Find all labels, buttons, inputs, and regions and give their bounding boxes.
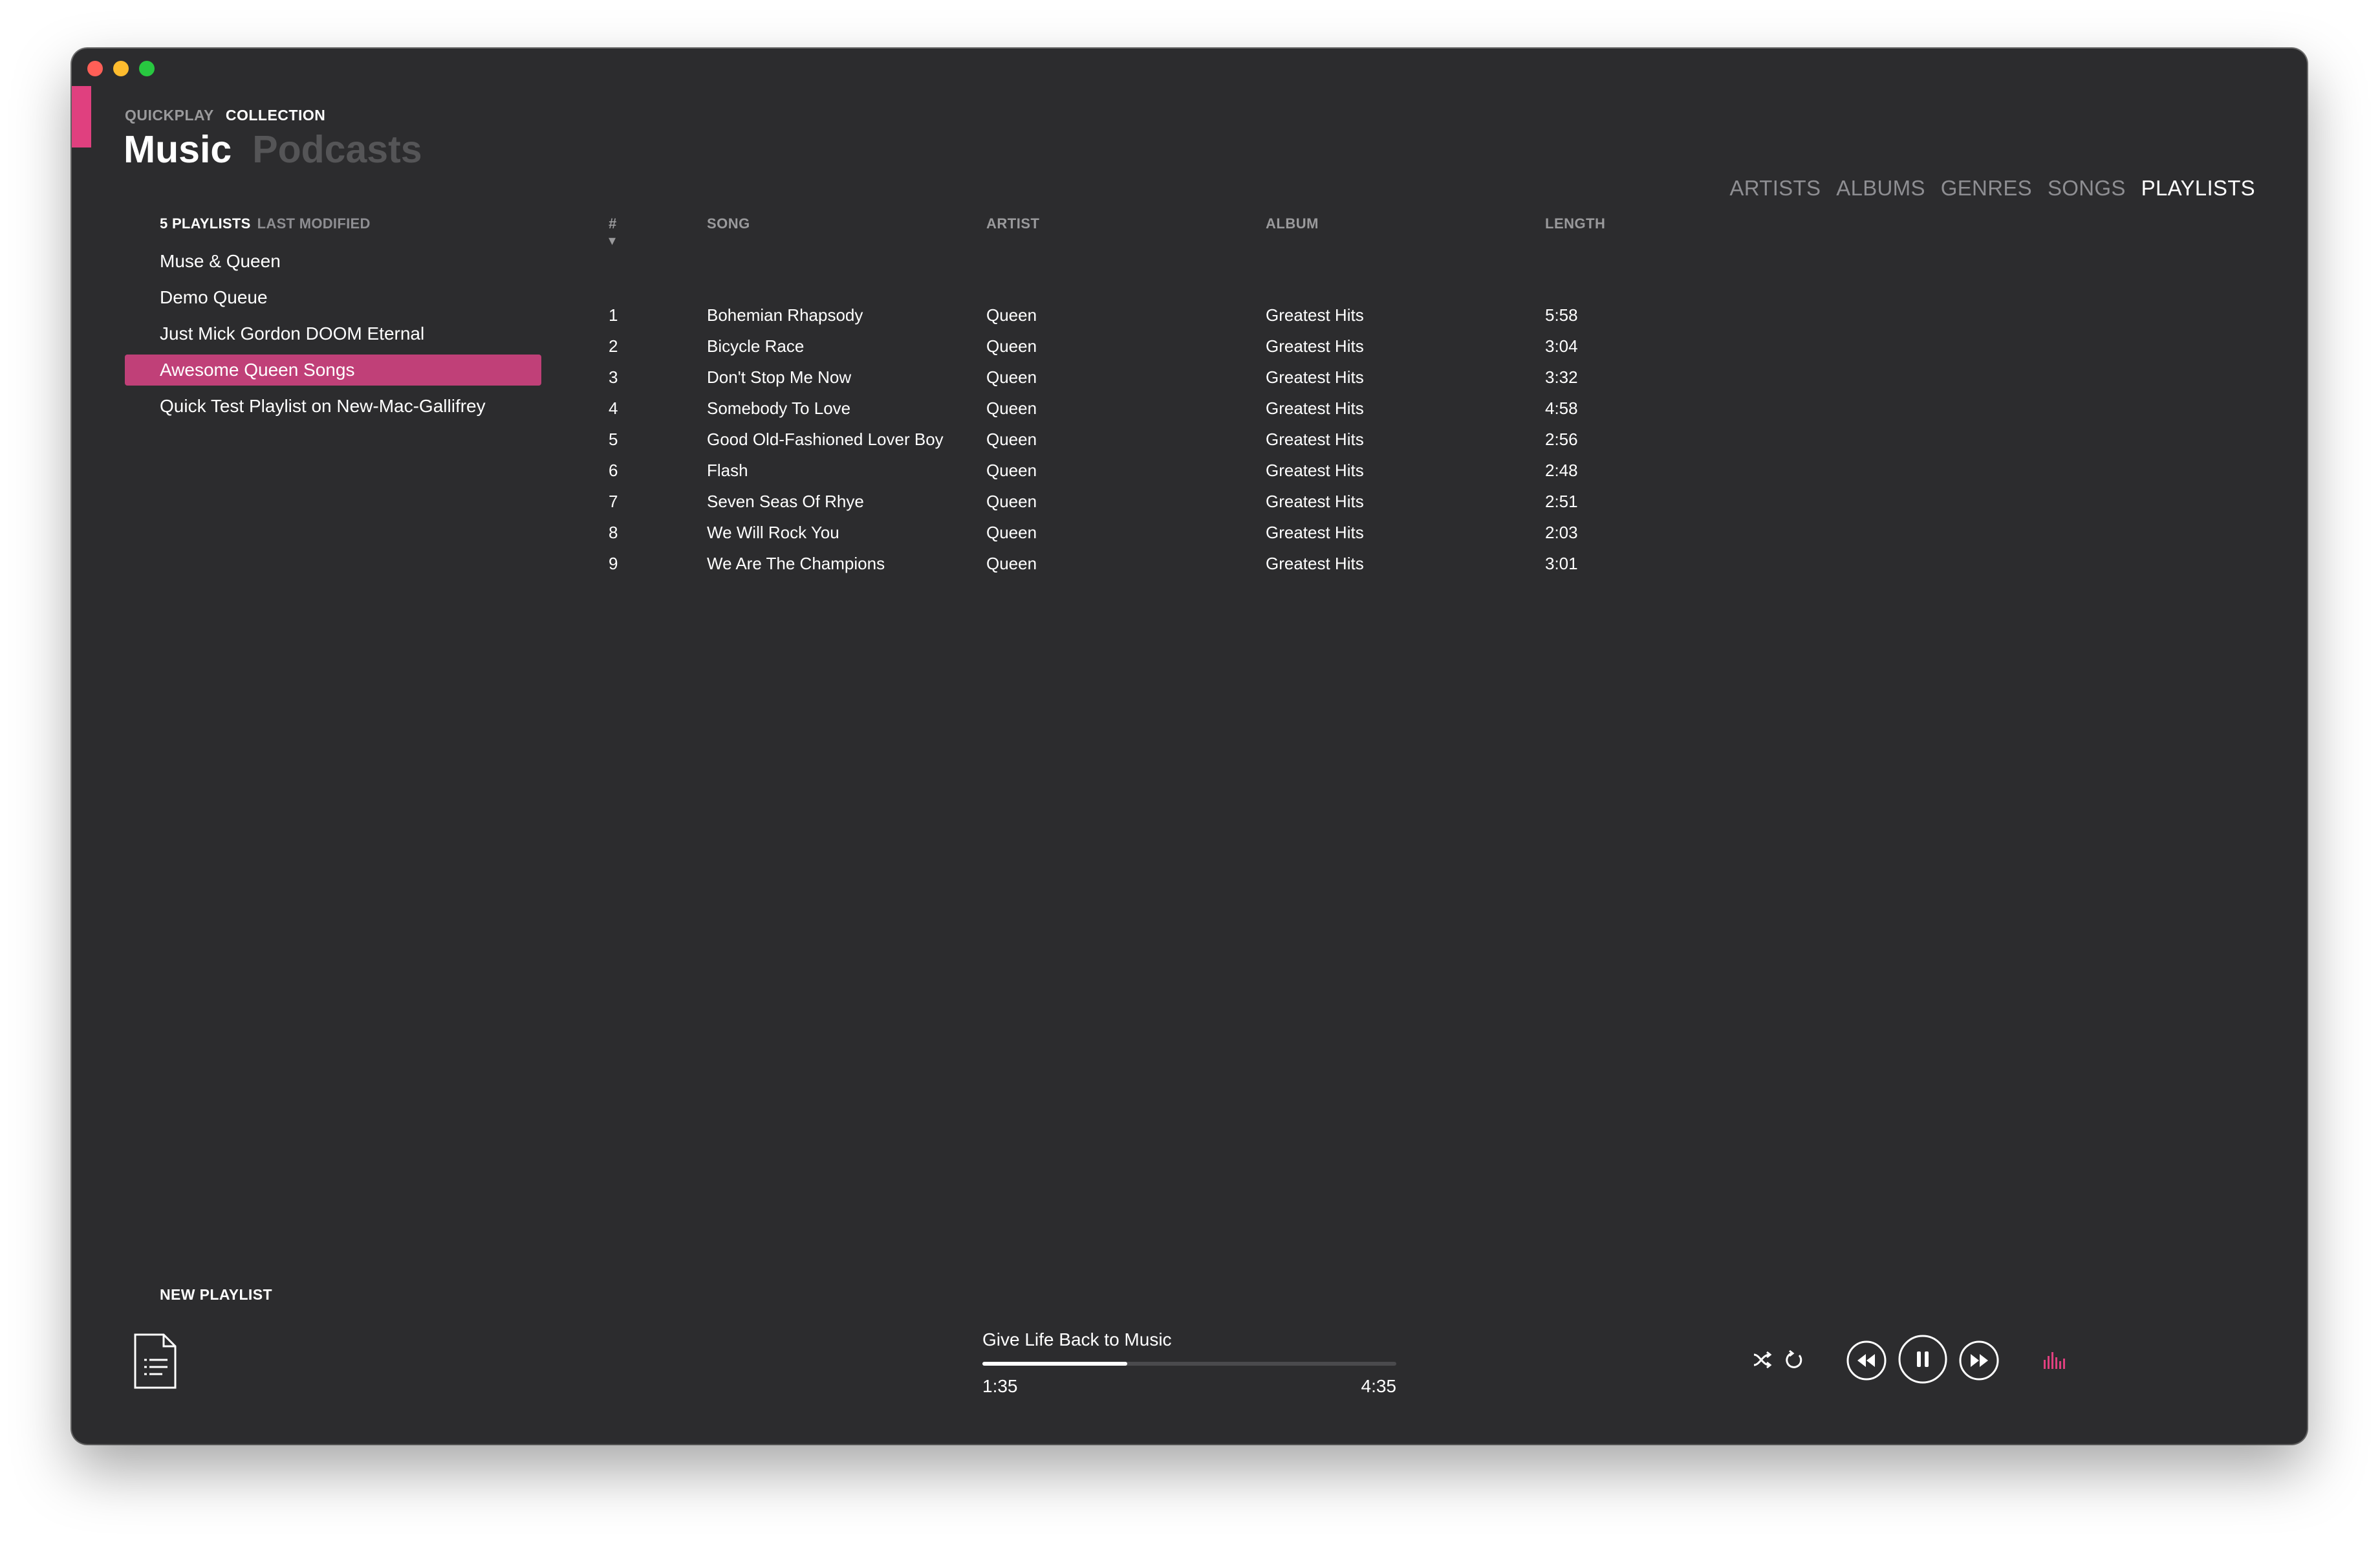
album-name: Greatest Hits [1266, 305, 1364, 325]
album-name: Greatest Hits [1266, 523, 1364, 542]
tab-genres[interactable]: GENRES [1941, 176, 2032, 201]
column-header-number[interactable]: # ▾ [609, 215, 617, 249]
progress-bar[interactable] [982, 1362, 1396, 1366]
accent-bar [72, 86, 91, 148]
artist-name: Queen [986, 336, 1037, 356]
playlists-sort-button[interactable]: LAST MODIFIED [257, 215, 371, 232]
track-length: 3:04 [1545, 336, 1578, 356]
track-number: 1 [609, 305, 618, 325]
song-title: Seven Seas Of Rhye [707, 492, 864, 511]
artist-name: Queen [986, 367, 1037, 387]
repeat-icon[interactable] [1784, 1350, 1804, 1370]
mode-quickplay[interactable]: QUICKPLAY [125, 107, 214, 124]
track-number: 9 [609, 554, 618, 573]
playlists-count: 5 PLAYLISTS [160, 215, 251, 232]
fast-forward-icon[interactable] [1958, 1340, 2000, 1381]
now-playing: Give Life Back to Music 1:35 4:35 [982, 1329, 1396, 1396]
tab-playlists[interactable]: PLAYLISTS [2141, 176, 2255, 201]
playlists-header: 5 PLAYLISTS LAST MODIFIED [160, 215, 371, 232]
track-length: 2:56 [1545, 430, 1578, 449]
document-list-icon[interactable] [133, 1333, 178, 1390]
album-name: Greatest Hits [1266, 367, 1364, 387]
album-name: Greatest Hits [1266, 554, 1364, 573]
table-row[interactable]: 8 We Will Rock You Queen Greatest Hits 2… [72, 517, 1753, 548]
new-playlist-button[interactable]: NEW PLAYLIST [160, 1286, 272, 1304]
table-row[interactable]: 6 Flash Queen Greatest Hits 2:48 [72, 455, 1753, 486]
table-row[interactable]: 3 Don't Stop Me Now Queen Greatest Hits … [72, 362, 1753, 393]
equalizer-icon[interactable] [2043, 1351, 2065, 1369]
track-length: 4:58 [1545, 399, 1578, 418]
track-length: 5:58 [1545, 305, 1578, 325]
tab-songs[interactable]: SONGS [2048, 176, 2126, 201]
track-number: 4 [609, 399, 618, 418]
song-title: Good Old-Fashioned Lover Boy [707, 430, 944, 449]
library-music[interactable]: Music [124, 127, 232, 171]
table-row[interactable]: 4 Somebody To Love Queen Greatest Hits 4… [72, 393, 1753, 424]
track-length: 2:03 [1545, 523, 1578, 542]
table-row[interactable]: 9 We Are The Champions Queen Greatest Hi… [72, 548, 1753, 579]
track-length: 2:48 [1545, 461, 1578, 480]
artist-name: Queen [986, 492, 1037, 511]
mode-collection[interactable]: COLLECTION [226, 107, 326, 124]
table-row[interactable]: 5 Good Old-Fashioned Lover Boy Queen Gre… [72, 424, 1753, 455]
song-title: Don't Stop Me Now [707, 367, 852, 387]
tab-albums[interactable]: ALBUMS [1836, 176, 1925, 201]
track-number: 7 [609, 492, 618, 511]
total-time: 4:35 [1361, 1376, 1397, 1396]
track-number: 8 [609, 523, 618, 542]
progress-fill [982, 1362, 1127, 1366]
track-number: 3 [609, 367, 618, 387]
song-title: Bohemian Rhapsody [707, 305, 863, 325]
table-row[interactable]: 1 Bohemian Rhapsody Queen Greatest Hits … [72, 300, 1753, 331]
track-number: 6 [609, 461, 618, 480]
close-window-button[interactable] [87, 61, 103, 76]
rewind-icon[interactable] [1846, 1340, 1887, 1381]
column-header-song[interactable]: SONG [707, 215, 750, 232]
track-number: 2 [609, 336, 618, 356]
track-length: 3:01 [1545, 554, 1578, 573]
shuffle-icon[interactable] [1752, 1350, 1773, 1370]
table-row[interactable]: 2 Bicycle Race Queen Greatest Hits 3:04 [72, 331, 1753, 362]
song-title: Bicycle Race [707, 336, 805, 356]
column-header-length[interactable]: LENGTH [1545, 215, 1605, 232]
album-name: Greatest Hits [1266, 399, 1364, 418]
app-window: QUICKPLAY COLLECTION Music Podcasts ARTI… [72, 49, 2307, 1444]
album-name: Greatest Hits [1266, 430, 1364, 449]
song-title: Somebody To Love [707, 399, 851, 418]
artist-name: Queen [986, 305, 1037, 325]
artist-name: Queen [986, 461, 1037, 480]
playlist-item[interactable]: Muse & Queen [125, 246, 541, 277]
album-name: Greatest Hits [1266, 461, 1364, 480]
song-title: Flash [707, 461, 748, 480]
table-row[interactable]: 7 Seven Seas Of Rhye Queen Greatest Hits… [72, 486, 1753, 517]
song-title: We Are The Champions [707, 554, 885, 573]
album-name: Greatest Hits [1266, 492, 1364, 511]
current-time: 1:35 [982, 1376, 1018, 1396]
column-header-album[interactable]: ALBUM [1266, 215, 1319, 232]
mode-switcher: QUICKPLAY COLLECTION [125, 107, 325, 124]
track-length: 2:51 [1545, 492, 1578, 511]
track-length: 3:32 [1545, 367, 1578, 387]
minimize-window-button[interactable] [113, 61, 129, 76]
library-podcasts[interactable]: Podcasts [252, 127, 422, 171]
library-switcher: Music Podcasts [124, 127, 422, 171]
artist-name: Queen [986, 399, 1037, 418]
artist-name: Queen [986, 523, 1037, 542]
song-title: We Will Rock You [707, 523, 839, 542]
now-playing-title: Give Life Back to Music [982, 1329, 1172, 1350]
tab-artists[interactable]: ARTISTS [1729, 176, 1821, 201]
pause-icon[interactable] [1898, 1334, 1948, 1384]
maximize-window-button[interactable] [139, 61, 155, 76]
artist-name: Queen [986, 430, 1037, 449]
column-header-artist[interactable]: ARTIST [986, 215, 1039, 232]
album-name: Greatest Hits [1266, 336, 1364, 356]
view-tabs: ARTISTS ALBUMS GENRES SONGS PLAYLISTS [1729, 176, 2255, 201]
artist-name: Queen [986, 554, 1037, 573]
track-number: 5 [609, 430, 618, 449]
